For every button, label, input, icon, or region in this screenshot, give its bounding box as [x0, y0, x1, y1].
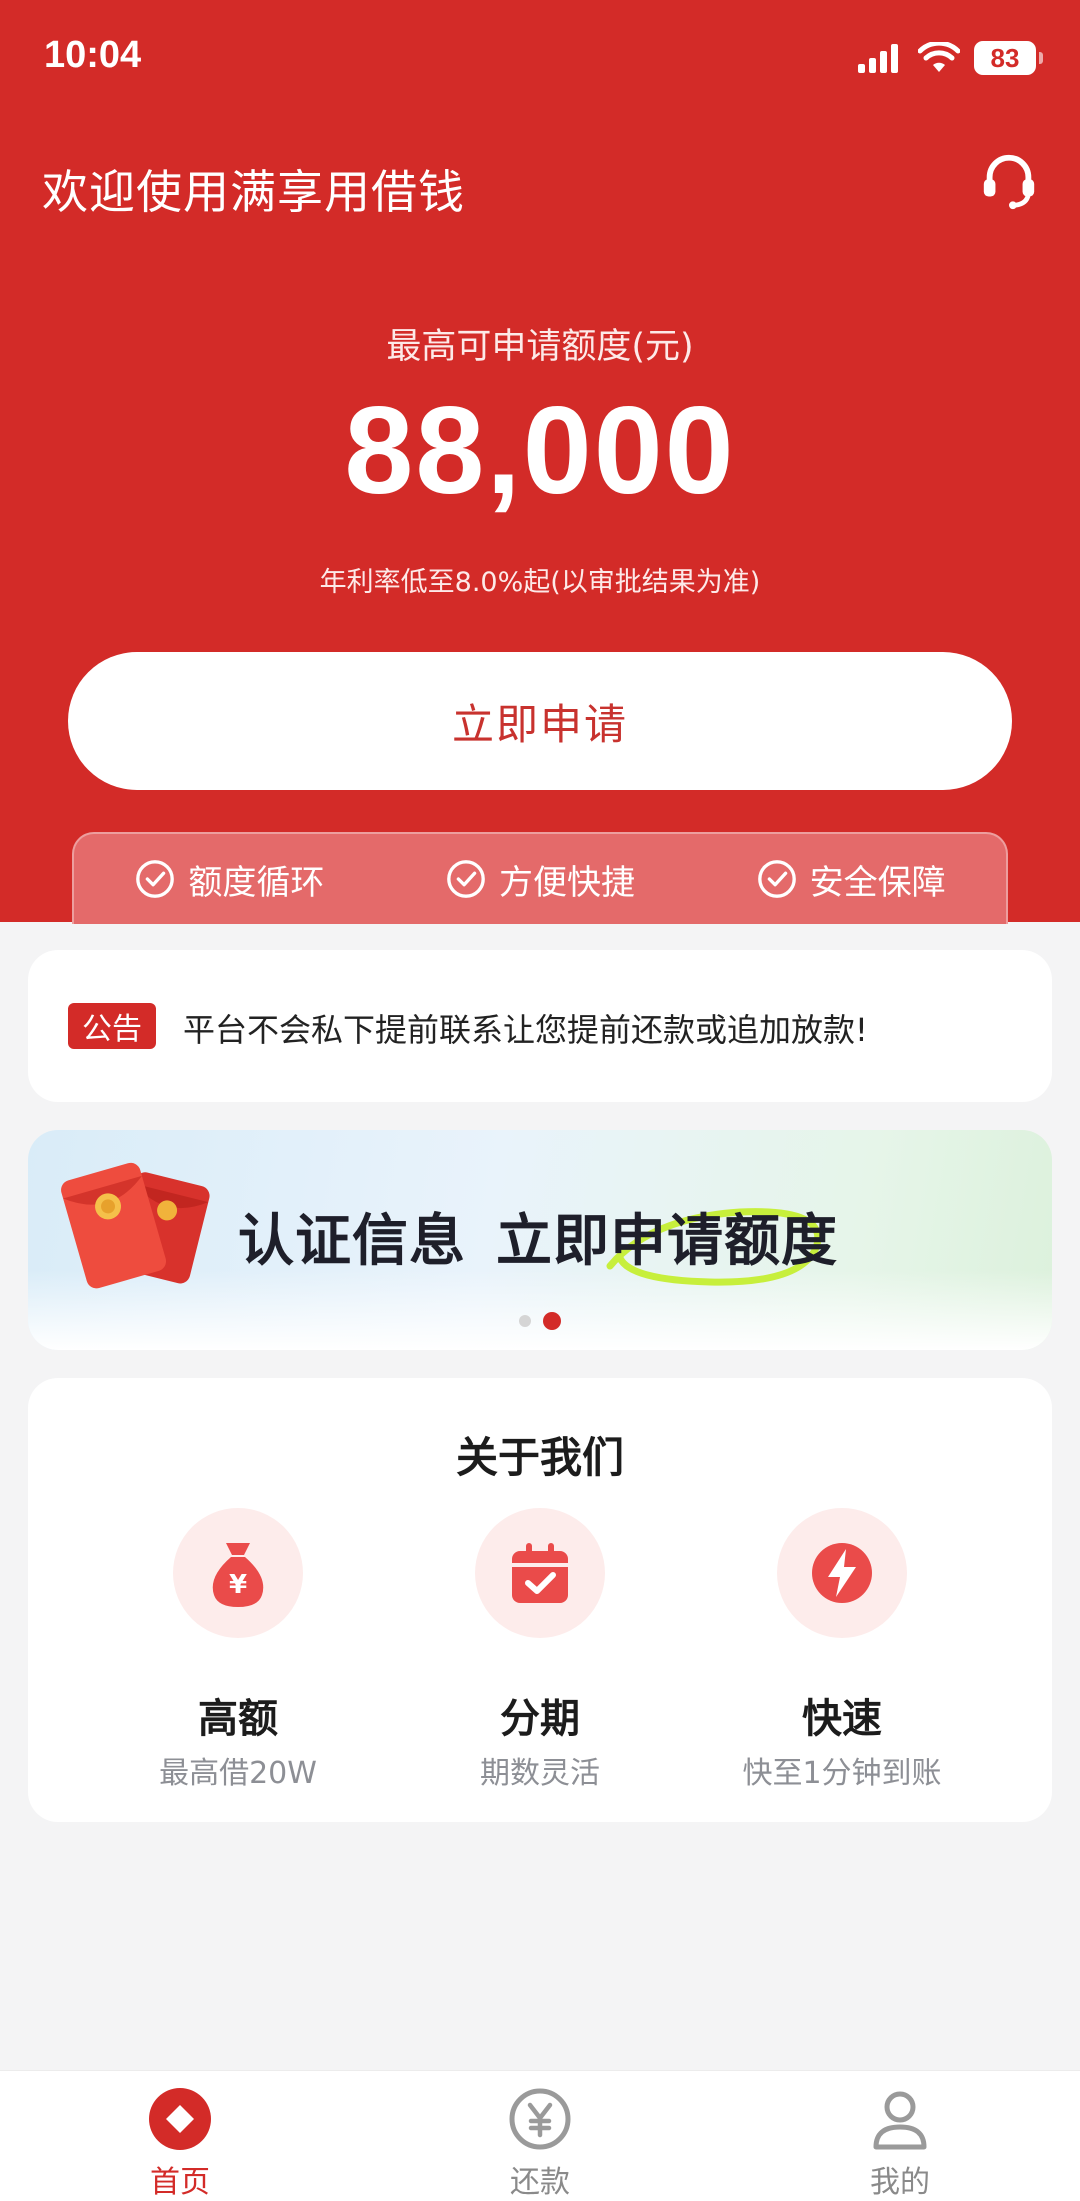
- about-title: 关于我们: [455, 1433, 624, 1482]
- feature-label: 额度循环: [188, 862, 325, 903]
- calendar-check-icon: [512, 1543, 568, 1603]
- about-item-title: 快速: [802, 1696, 882, 1742]
- signal-icon: [858, 44, 898, 73]
- notice-card[interactable]: 公告 平台不会私下提前联系让您提前还款或追加放款!: [28, 950, 1052, 1102]
- about-item-subtitle: 期数灵活: [480, 1756, 600, 1791]
- rate-note: 年利率低至8.0%起(以审批结果为准): [319, 567, 761, 598]
- customer-service-icon[interactable]: [978, 150, 1040, 212]
- about-item-title: 高额: [198, 1696, 278, 1742]
- icon-badge: [475, 1508, 605, 1638]
- feature-item: 额度循环: [134, 855, 324, 904]
- feature-strip: 额度循环 方便快捷 安全保障: [72, 832, 1008, 924]
- about-item-installments: 分期 期数灵活: [370, 1508, 710, 1808]
- feature-label: 安全保障: [809, 862, 946, 903]
- yuan-coin-icon: [509, 2088, 571, 2150]
- icon-badge: [777, 1508, 907, 1638]
- notice-tag: 公告: [68, 1003, 156, 1049]
- hero-section: 10:04 83 欢迎使用满享用借钱 最高可申请额度(元) 88,000 年利率…: [0, 0, 1080, 924]
- status-time: 10:04: [44, 34, 142, 76]
- feature-item: 安全保障: [756, 855, 946, 904]
- feature-item: 方便快捷: [445, 855, 635, 904]
- check-circle-icon: [757, 860, 796, 898]
- bottom-tab-bar: 首页 还款 我的: [0, 2070, 1080, 2201]
- banner-headline-part2: 立即申请额度: [496, 1209, 838, 1274]
- feature-label: 方便快捷: [498, 862, 635, 903]
- home-diamond-icon: [149, 2088, 211, 2150]
- about-item-fast: 快速 快至1分钟到账: [672, 1508, 1012, 1808]
- icon-badge: ¥: [173, 1508, 303, 1638]
- red-envelope-icon: [61, 1162, 210, 1289]
- status-bar: 10:04 83: [0, 0, 1080, 110]
- apply-now-button[interactable]: 立即申请: [68, 652, 1012, 790]
- battery-indicator: 83: [974, 41, 1043, 75]
- about-item-subtitle: 最高借20W: [159, 1756, 317, 1791]
- limit-amount: 88,000: [344, 382, 736, 520]
- svg-text:¥: ¥: [229, 1570, 247, 1600]
- about-item-subtitle: 快至1分钟到账: [742, 1756, 942, 1791]
- wifi-icon: [918, 42, 960, 72]
- banner-headline: 认证信息 立即申请额度: [238, 1196, 838, 1277]
- lightning-icon: [812, 1543, 872, 1603]
- user-icon: [873, 2091, 927, 2150]
- tab-repayment[interactable]: 还款: [440, 2085, 640, 2200]
- about-us-card: 关于我们 ¥ 高额 最高借20W 分期 期数灵活 快速 快至1分钟到账: [28, 1378, 1052, 1822]
- check-circle-icon: [136, 860, 175, 898]
- status-icons: 83: [856, 38, 1043, 78]
- check-circle-icon: [447, 860, 485, 898]
- tab-label: 我的: [870, 2165, 930, 2200]
- carousel-dot[interactable]: [519, 1315, 531, 1327]
- notice-text: 平台不会私下提前联系让您提前还款或追加放款!: [183, 1011, 868, 1049]
- banner-headline-part1: 认证信息: [238, 1209, 466, 1274]
- tab-profile[interactable]: 我的: [800, 2085, 1000, 2200]
- tab-label: 还款: [510, 2165, 570, 2200]
- about-item-high-limit: ¥ 高额 最高借20W: [68, 1508, 408, 1808]
- tab-home[interactable]: 首页: [80, 2085, 280, 2200]
- carousel-dot-active[interactable]: [543, 1312, 561, 1330]
- carousel-dots: [28, 1312, 1052, 1330]
- limit-label: 最高可申请额度(元): [386, 327, 694, 367]
- promo-banner[interactable]: 认证信息 立即申请额度: [28, 1130, 1052, 1350]
- tab-label: 首页: [150, 2165, 210, 2200]
- about-item-title: 分期: [500, 1696, 580, 1742]
- money-bag-icon: ¥: [212, 1543, 264, 1607]
- app-title: 欢迎使用满享用借钱: [42, 165, 465, 219]
